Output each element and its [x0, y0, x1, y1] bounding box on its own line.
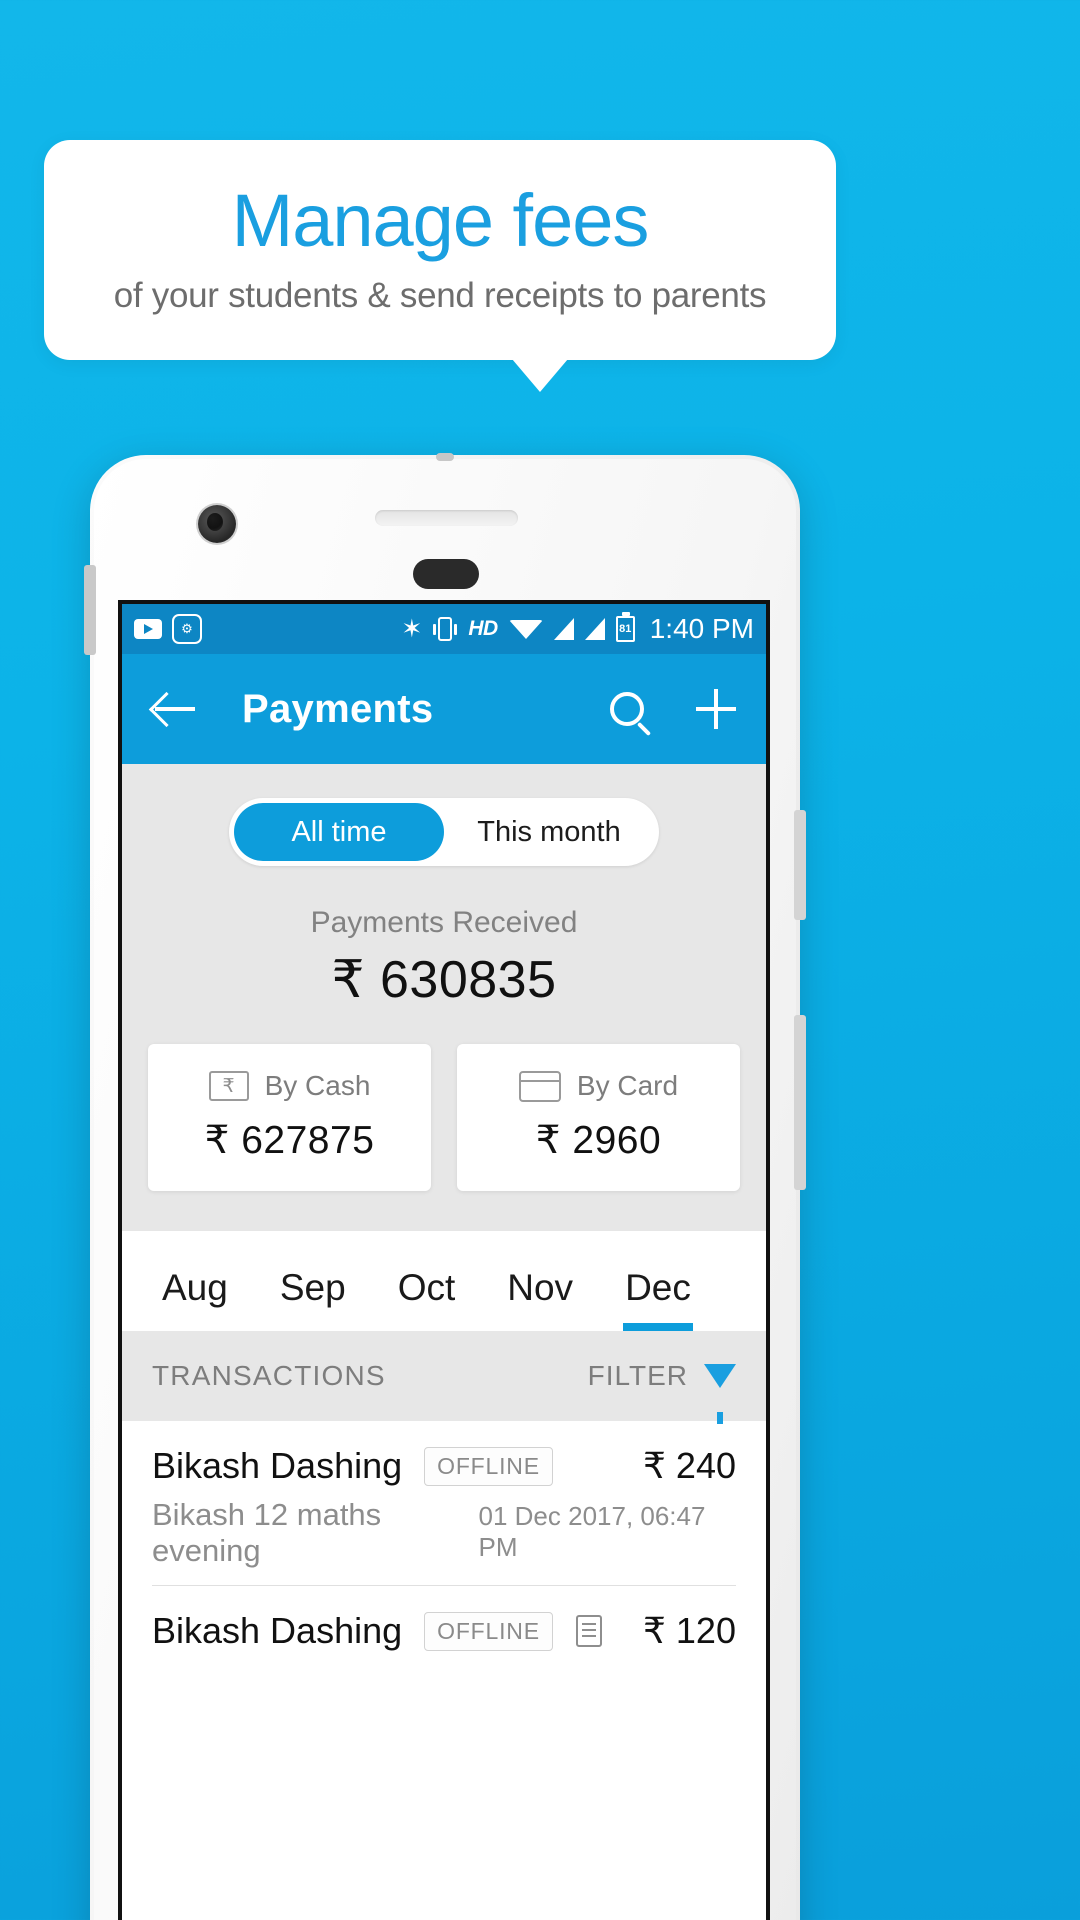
rupee-note-icon: ₹: [208, 1071, 249, 1101]
promo-callout: Manage fees of your students & send rece…: [44, 140, 836, 360]
phone-power-button: [794, 1015, 806, 1190]
phone-volume-button: [794, 810, 806, 920]
hd-icon: HD: [468, 617, 498, 640]
segment-this-month[interactable]: This month: [444, 803, 654, 861]
receipt-document-icon[interactable]: [575, 1615, 602, 1647]
search-icon[interactable]: [610, 692, 644, 726]
status-badge: OFFLINE: [424, 1446, 553, 1486]
time-range-segmented-control: All time This month: [229, 798, 659, 866]
app-bar-actions: [610, 689, 736, 729]
funnel-icon: [704, 1364, 736, 1424]
transaction-amount: ₹ 240: [643, 1445, 736, 1486]
by-cash-card[interactable]: ₹ By Cash ₹ 627875: [148, 1044, 431, 1191]
tab-dec[interactable]: Dec: [599, 1267, 717, 1331]
status-badge: OFFLINE: [424, 1611, 553, 1651]
by-cash-amount: ₹ 627875: [204, 1119, 375, 1162]
table-row[interactable]: Bikash Dashing OFFLINE ₹ 120: [122, 1586, 766, 1678]
filter-button[interactable]: FILTER: [587, 1360, 736, 1424]
tab-nov-label: Nov: [507, 1267, 574, 1308]
filter-label: FILTER: [587, 1360, 688, 1391]
battery-icon: 81: [615, 612, 635, 642]
by-cash-card-header: ₹ By Cash: [148, 1070, 431, 1102]
transactions-title: TRANSACTIONS: [152, 1360, 386, 1391]
credit-card-icon: [518, 1070, 561, 1102]
month-tabs: Aug Sep Oct Nov Dec: [122, 1231, 766, 1331]
transaction-date: 01 Dec 2017, 06:47 PM: [478, 1501, 706, 1562]
phone-left-button: [84, 565, 96, 655]
tab-aug-label: Aug: [162, 1267, 228, 1308]
transactions-list: Bikash Dashing OFFLINE ₹ 240 Bikash 12 m…: [122, 1421, 766, 1678]
wifi-icon: [508, 619, 543, 639]
earpiece-speaker: [375, 510, 518, 526]
tab-aug[interactable]: Aug: [136, 1267, 254, 1331]
tab-sep[interactable]: Sep: [254, 1267, 372, 1331]
tab-sep-label: Sep: [279, 1267, 346, 1308]
signal-icon: [553, 618, 574, 640]
phone-sensor-dot: [413, 559, 479, 589]
payments-received-label: Payments Received: [310, 906, 578, 939]
by-card-card-header: By Card: [457, 1070, 740, 1102]
transaction-name: Bikash Dashing: [152, 1610, 403, 1651]
table-row[interactable]: Bikash Dashing OFFLINE ₹ 240 Bikash 12 m…: [122, 1421, 766, 1586]
promo-callout-tail: [512, 359, 568, 392]
status-bar-notifications: ⚙: [134, 614, 202, 644]
by-card-label: By Card: [576, 1070, 679, 1101]
by-cash-label: By Cash: [264, 1070, 371, 1101]
summary-section: All time This month Payments Received ₹ …: [122, 764, 766, 1231]
phone-screen: ⚙ ✶ HD 81 1:40 PM Payments All time This…: [118, 600, 770, 1920]
transaction-row-secondary: Bikash 12 maths evening 01 Dec 2017, 06:…: [152, 1497, 736, 1586]
status-bar: ⚙ ✶ HD 81 1:40 PM: [122, 604, 766, 654]
transaction-amount: ₹ 120: [643, 1610, 736, 1651]
phone-mockup: ⚙ ✶ HD 81 1:40 PM Payments All time This…: [84, 453, 806, 1920]
status-bar-system-icons: ✶ HD 81 1:40 PM: [401, 612, 754, 645]
segment-all-time[interactable]: All time: [234, 803, 444, 861]
app-sync-icon: ⚙: [172, 614, 202, 644]
payments-received-amount: ₹ 630835: [331, 951, 557, 1009]
transaction-name: Bikash Dashing: [152, 1445, 403, 1486]
promo-title: Manage fees: [231, 179, 650, 262]
transaction-description: Bikash 12 maths evening: [152, 1497, 382, 1568]
tab-oct-label: Oct: [397, 1267, 456, 1308]
tab-oct[interactable]: Oct: [372, 1267, 482, 1331]
signal-icon: [584, 618, 605, 640]
transactions-header: TRANSACTIONS FILTER: [122, 1331, 766, 1424]
payment-method-cards: ₹ By Cash ₹ 627875 By Card ₹ 2960: [122, 1044, 766, 1191]
battery-level: 81: [619, 623, 632, 635]
front-camera-icon: [198, 505, 236, 543]
tab-dec-label: Dec: [625, 1267, 691, 1308]
app-bar: Payments: [122, 654, 766, 764]
bluetooth-icon: ✶: [401, 614, 423, 643]
by-card-amount: ₹ 2960: [535, 1119, 662, 1162]
by-card-card[interactable]: By Card ₹ 2960: [457, 1044, 740, 1191]
tab-nov[interactable]: Nov: [481, 1267, 599, 1331]
transaction-row-primary: Bikash Dashing OFFLINE ₹ 120: [152, 1610, 736, 1652]
youtube-icon: [134, 619, 162, 639]
transaction-row-secondary: [152, 1662, 736, 1678]
phone-top-sensor: [436, 453, 454, 461]
status-bar-clock: 1:40 PM: [649, 613, 754, 644]
promo-subtitle: of your students & send receipts to pare…: [113, 276, 767, 315]
vibrate-icon: [433, 617, 458, 641]
page-title: Payments: [242, 686, 434, 731]
back-arrow-icon[interactable]: [152, 686, 198, 732]
plus-icon[interactable]: [696, 689, 736, 729]
transaction-row-primary: Bikash Dashing OFFLINE ₹ 240: [152, 1445, 736, 1487]
